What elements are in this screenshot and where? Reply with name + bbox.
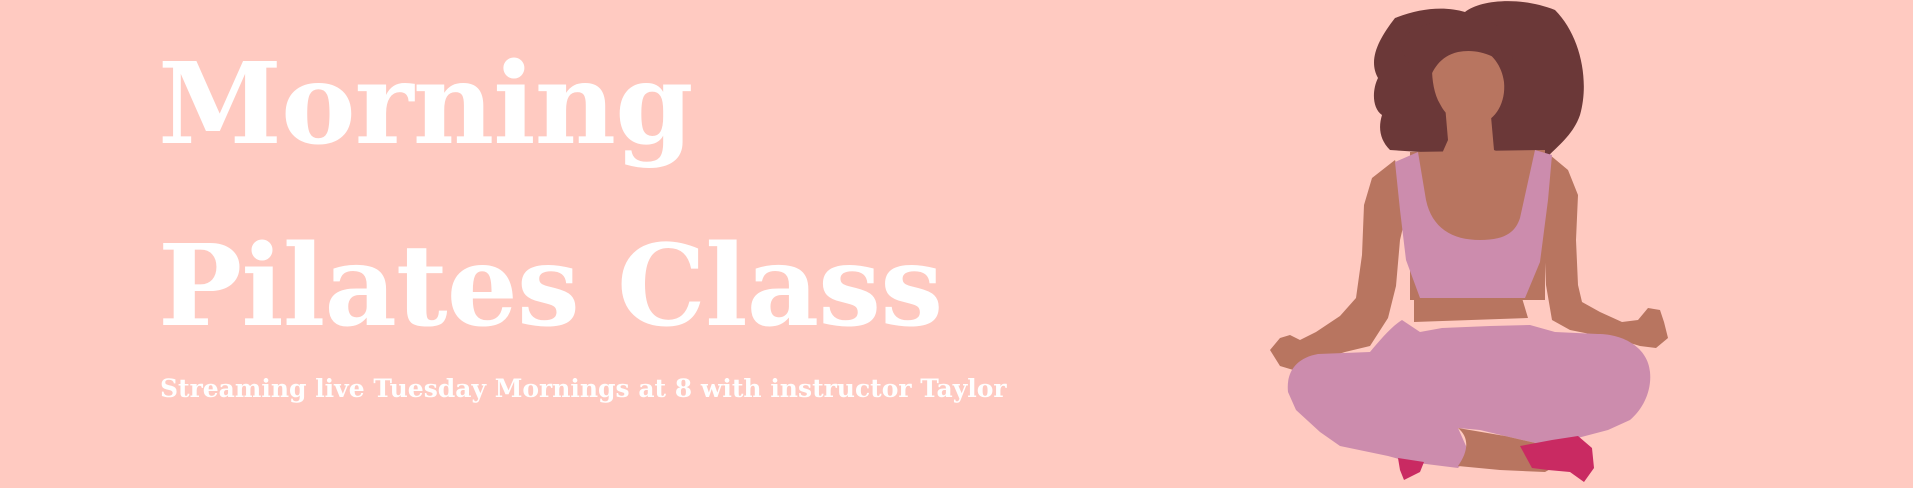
right-arm-shape	[1544, 155, 1668, 348]
schedule-subtitle: Streaming live Tuesday Mornings at 8 wit…	[160, 374, 1007, 403]
page-title: Morning Pilates Class	[158, 14, 943, 378]
meditating-woman-illustration	[1270, 1, 1668, 482]
title-line-1: Morning	[158, 39, 693, 170]
class-banner: Morning Pilates Class Streaming live Tue…	[0, 0, 1913, 488]
title-line-2: Pilates Class	[158, 221, 943, 352]
waistband-shape	[1414, 298, 1528, 322]
